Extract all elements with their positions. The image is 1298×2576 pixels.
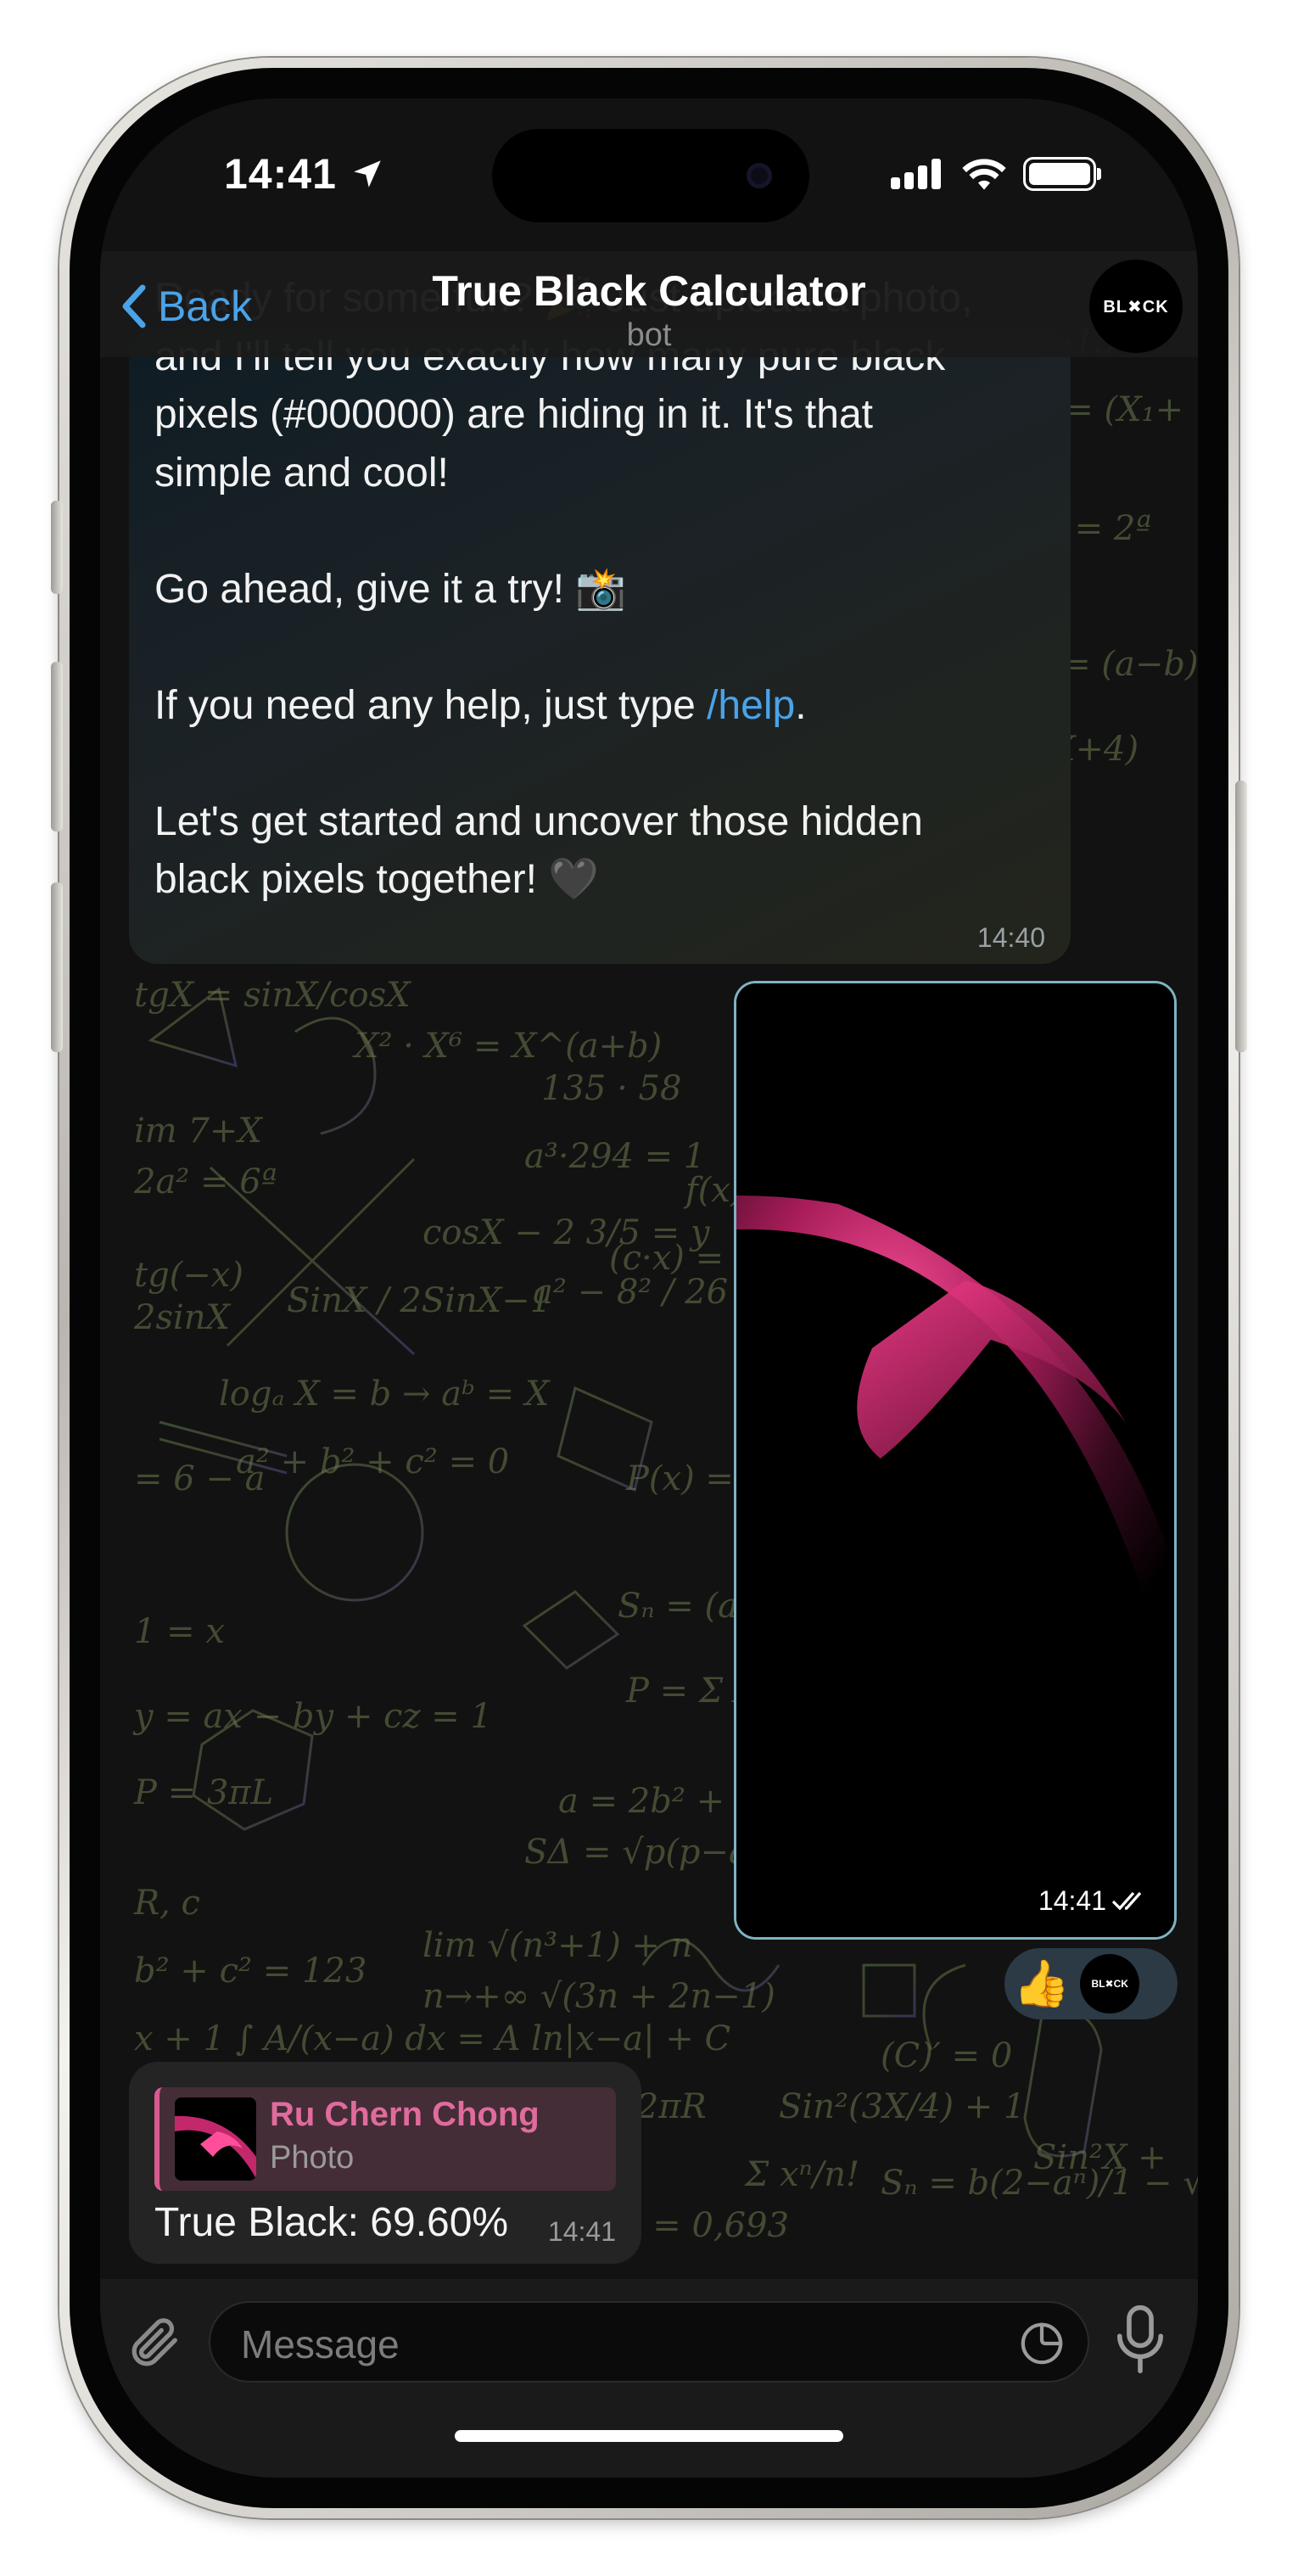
message-time: 14:40 — [976, 922, 1045, 953]
volume-up-button — [51, 662, 63, 832]
message-input[interactable]: Message — [209, 2301, 1089, 2383]
svg-text:(C)′ = 0: (C)′ = 0 — [881, 2036, 1012, 2075]
svg-text:y = ax − by + cz = 1: y = ax − by + cz = 1 — [132, 1697, 492, 1736]
message-placeholder: Message — [241, 2322, 400, 2366]
bot-welcome-message: Ready for some fun? 🎉 Just upload a phot… — [129, 276, 1071, 964]
volume-down-button — [51, 882, 63, 1052]
svg-text:a³·294 = 1: a³·294 = 1 — [524, 1137, 705, 1176]
composer-bar: Message — [100, 2279, 1198, 2478]
svg-text:tgX = sinX/cosX: tgX = sinX/cosX — [134, 976, 411, 1015]
result-text: True Black: 69.60% — [154, 2200, 509, 2245]
home-indicator[interactable] — [455, 2430, 843, 2442]
paperclip-icon[interactable] — [126, 2313, 185, 2372]
svg-text:Σ xⁿ/n!: Σ xⁿ/n! — [743, 2155, 859, 2194]
svg-text:logₐ X = b → aᵇ = X: logₐ X = b → aᵇ = X — [219, 1375, 551, 1414]
wifi-icon — [962, 159, 1006, 190]
power-button — [1235, 781, 1247, 1052]
svg-text:X² · X⁶ = X^(a+b): X² · X⁶ = X^(a+b) — [352, 1027, 662, 1066]
svg-text:b² + c² = 123: b² + c² = 123 — [134, 1952, 366, 1991]
svg-text:lim √(n³+1) + n: lim √(n³+1) + n — [422, 1926, 692, 1965]
svg-text:P = 3πL: P = 3πL — [133, 1773, 273, 1812]
chat-header: Back True Black Calculator bot BL✖CK — [100, 251, 1198, 357]
bot-avatar[interactable]: BL✖CK — [1089, 260, 1183, 353]
chat-subtitle: bot — [626, 317, 672, 353]
thumbs-up-reaction[interactable]: 👍 — [1013, 1961, 1070, 2007]
bot-result-message: Ru Chern Chong Photo True Black: 69.60% … — [129, 2062, 641, 2264]
svg-text:a² − 8² / 26: a² − 8² / 26 — [533, 1273, 728, 1312]
svg-text:135 · 58: 135 · 58 — [541, 1069, 681, 1108]
reply-quote[interactable]: Ru Chern Chong Photo — [154, 2087, 616, 2191]
double-check-icon — [1111, 1891, 1142, 1910]
sent-photo-message[interactable]: 14:41 — [734, 981, 1177, 1940]
microphone-icon[interactable] — [1115, 2304, 1166, 2374]
svg-text:n→+∞ √(3n + 2n−1): n→+∞ √(3n + 2n−1) — [422, 1977, 775, 2016]
dynamic-island — [492, 129, 809, 222]
svg-text:Sin²X +: Sin²X + — [1033, 2138, 1167, 2177]
action-button — [51, 501, 63, 594]
sticker-icon[interactable] — [1018, 2320, 1066, 2367]
status-icons — [891, 156, 1101, 192]
status-time: 14:41 — [224, 149, 385, 199]
quoted-sender: Ru Chern Chong — [270, 2096, 540, 2133]
message-reactions[interactable]: 👍 BL✖CK — [1004, 1948, 1178, 2019]
quoted-type: Photo — [270, 2140, 355, 2176]
help-command-link[interactable]: /help — [707, 683, 795, 728]
location-arrow-icon — [354, 160, 381, 188]
svg-text:Sin²(3X/4) + 1: Sin²(3X/4) + 1 — [779, 2087, 1025, 2126]
svg-text:2sinX: 2sinX — [133, 1298, 232, 1337]
message-text: Ready for some fun? 🎉 Just upload a phot… — [154, 276, 972, 902]
reactor-avatar: BL✖CK — [1080, 1954, 1140, 2013]
svg-text:im 7+X: im 7+X — [134, 1112, 263, 1151]
svg-text:SinX / 2SinX−1: SinX / 2SinX−1 — [287, 1281, 551, 1320]
svg-text:tg(−x): tg(−x) — [134, 1256, 243, 1295]
svg-text:= 6 − a: = 6 − a — [134, 1459, 265, 1498]
svg-text:x + 1 ∫ A/(x−a) dx = A ln|x−a|: x + 1 ∫ A/(x−a) dx = A ln|x−a| + C — [134, 2019, 730, 2058]
screen: tgX = sinX/cosX X² · X⁶ = X^(a+b) a+b = … — [100, 98, 1198, 2478]
chat-title[interactable]: True Black Calculator — [100, 266, 1198, 316]
svg-text:1 = x: 1 = x — [134, 1612, 225, 1651]
cellular-signal-icon — [891, 159, 945, 189]
front-camera — [747, 163, 772, 188]
quoted-photo-thumbnail — [175, 2097, 256, 2181]
svg-text:a² + b² + c² = 0: a² + b² + c² = 0 — [236, 1442, 509, 1481]
message-time: 14:41 — [547, 2216, 616, 2247]
battery-icon — [1023, 157, 1101, 191]
svg-text:R, c: R, c — [133, 1884, 200, 1923]
photo-image — [736, 983, 1174, 1937]
svg-text:2a² = 6ª: 2a² = 6ª — [133, 1162, 277, 1201]
photo-time: 14:41 — [1038, 1885, 1149, 1917]
